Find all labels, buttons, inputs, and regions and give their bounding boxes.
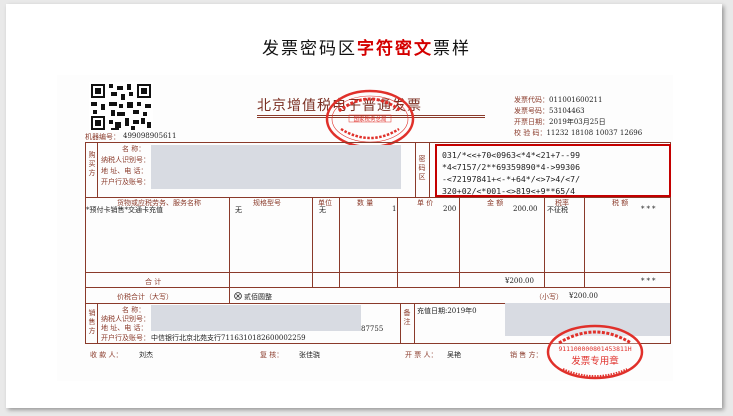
buyer-divider (97, 142, 98, 198)
remark-divider-right (414, 303, 415, 344)
col-tax-header: 税 额 (612, 199, 629, 207)
cipher-divider-left (415, 142, 416, 198)
invoice-date: 2019年03月25日 (549, 118, 606, 126)
cipher-line-3: -<72197841+<-*+64*/<>7>4/<7/ (442, 174, 581, 184)
buyer-name-label: 名 称： (122, 145, 146, 153)
check-code: 11232 18108 10037 12696 (546, 129, 643, 137)
col-price-header: 单 价 (417, 199, 434, 207)
col-sep-1 (229, 197, 230, 288)
total-amount: ¥200.00 (505, 277, 534, 285)
circled-x-icon (234, 292, 242, 300)
payee: 刘杰 (139, 351, 153, 359)
seal-seller-number: 911100000801453811H (558, 345, 631, 353)
heading-prefix: 发票密码区 (262, 39, 357, 59)
heading-highlight: 字符密文 (357, 39, 433, 59)
reviewer-label: 复 核： (260, 351, 284, 359)
cipher-box: 031/*<<+70<0963<*4*<21+7--99 *4<7157/2**6… (435, 144, 671, 197)
seller-footer-label: 销 售 方： (510, 351, 543, 359)
col-spec-header: 规格型号 (253, 199, 281, 207)
col-sep-2 (312, 197, 313, 288)
col-sep-7 (584, 197, 585, 288)
machine-no-label: 机器编号： (85, 133, 120, 141)
seal-center-text: 国家税务总局 (353, 115, 386, 123)
grand-small: ¥200.00 (569, 292, 598, 300)
drawer-label: 开 票 人： (405, 351, 438, 359)
seller-bank-label: 开户行及账号： (101, 334, 150, 342)
grand-small-label: （小写） (535, 293, 563, 301)
col-sep-3 (339, 197, 340, 288)
heading-suffix: 票样 (433, 39, 471, 59)
col-sep-6 (544, 197, 545, 288)
cipher-divider-right (429, 142, 430, 198)
invoice-code: 011001600211 (549, 96, 603, 104)
payee-label: 收 款 人： (90, 351, 123, 359)
seller-bank: 中信银行北京北苑支行7116310182600002259 (151, 334, 306, 342)
number-label: 发票号码： (514, 107, 549, 115)
buyer-redaction (151, 145, 401, 189)
invoice: 机器编号： 499098905611 北京增值税电子普通发票 国家税务总局 发票… (57, 75, 673, 381)
seller-redaction (151, 305, 361, 331)
row-rate: 不征税 (547, 206, 568, 214)
cipher-line-1: 031/*<<+70<0963<*4*<21+7--99 (442, 150, 581, 160)
col-amount-header: 金 额 (487, 199, 504, 207)
cipher-line-4: 320+02/<*001-<>819<+9**65/4 (442, 186, 576, 196)
seal-seller-title: 发票专用章 (571, 355, 619, 367)
invoice-date-row: 开票日期：2019年03月25日 (514, 117, 606, 127)
row-amount: 200.00 (513, 205, 538, 213)
drawer: 吴艳 (447, 351, 461, 359)
invoice-code-row: 发票代码：011001600211 (514, 95, 602, 105)
grand-label: 价税合计（大写） (117, 293, 173, 301)
seller-divider (97, 303, 98, 344)
reviewer: 张佳骁 (299, 351, 320, 359)
col-qty-header: 数 量 (357, 199, 374, 207)
date-label: 开票日期： (514, 118, 549, 126)
check-label: 校 验 码： (514, 129, 547, 137)
remark-text: 充值日期:2019年0 (417, 307, 477, 315)
tax-bureau-seal-icon: 国家税务总局 (325, 89, 415, 149)
row-unit: 无 (319, 206, 326, 214)
col-sep-4 (397, 197, 398, 288)
row-spec: 无 (235, 206, 242, 214)
total-tax: *** (641, 277, 658, 285)
row-tax: *** (641, 205, 658, 213)
frame-left (85, 142, 86, 344)
seller-address-tail: 87755 (361, 325, 384, 333)
col-sep-5 (459, 197, 460, 288)
cipher-section-label: 密码区 (418, 155, 426, 181)
seller-address-label: 地 址、电 话： (101, 324, 148, 332)
row-qty: 1 (392, 205, 397, 213)
buyer-address-label: 地 址、电 话： (101, 167, 148, 175)
cipher-line-2: *4<7157/2**69359890*4->99306 (442, 162, 581, 172)
buyer-bank-label: 开户行及账号： (101, 178, 150, 186)
invoice-seal-icon: 911100000801453811H 发票专用章 (546, 324, 644, 380)
buyer-taxid-label: 纳税人识别号： (101, 156, 150, 164)
machine-no: 499098905611 (123, 132, 177, 140)
check-code-row: 校 验 码：11232 18108 10037 12696 (514, 128, 642, 138)
code-label: 发票代码： (514, 96, 549, 104)
grand-divider (229, 287, 230, 304)
remark-label: 备注 (403, 309, 411, 326)
frame-top (85, 142, 671, 143)
seller-section-label: 销售方 (88, 309, 96, 335)
row-price: 200 (443, 205, 457, 213)
invoice-number: 53104463 (549, 107, 585, 115)
grand-words: 贰佰圆整 (244, 293, 272, 301)
row-item: *预付卡销售*交通卡充值 (86, 206, 163, 214)
qr-code-icon (89, 82, 153, 132)
buyer-section-label: 购买方 (88, 151, 96, 177)
remark-divider-left (400, 303, 401, 344)
page-heading: 发票密码区字符密文票样 (0, 34, 733, 59)
total-label: 合 计 (145, 278, 162, 286)
invoice-number-row: 发票号码：53104463 (514, 106, 585, 116)
